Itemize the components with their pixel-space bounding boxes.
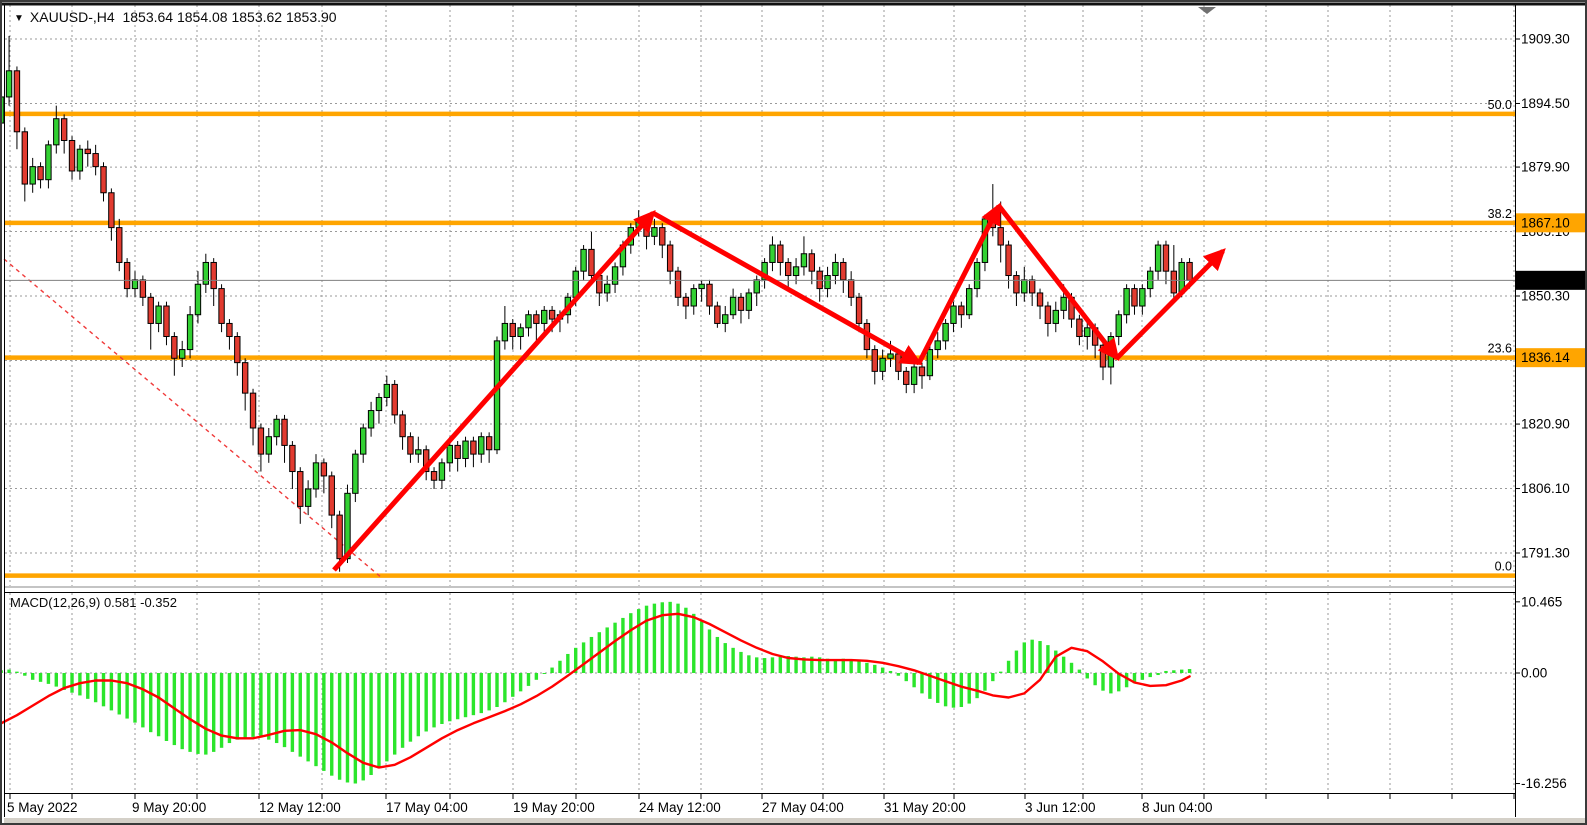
macd-signal-value: -0.352 (140, 595, 177, 610)
macd-main-value: 0.581 (104, 595, 137, 610)
price-axis-scale[interactable] (1516, 5, 1586, 793)
chart-ohlc-values: 1853.64 1854.08 1853.62 1853.90 (122, 9, 336, 25)
mt4-chart-window: ▼ XAUUSD-,H4 1853.64 1854.08 1853.62 1853… (0, 0, 1587, 825)
candle-body (2, 97, 4, 123)
chart-symbol-period: XAUUSD-,H4 (30, 9, 115, 25)
time-axis-scale[interactable] (5, 795, 1515, 817)
chart-canvas[interactable]: 50.038.223.60.01909.301894.501879.901865… (2, 2, 1587, 825)
bottom-strip (4, 818, 1587, 825)
macd-name: MACD(12,26,9) (10, 595, 100, 610)
macd-histogram-bar (2, 670, 3, 673)
macd-indicator-label: MACD(12,26,9) 0.581 -0.352 (10, 595, 177, 610)
symbol-dropdown-icon: ▼ (14, 13, 24, 24)
price-chart-pane[interactable] (5, 5, 1515, 586)
chart-title: ▼ XAUUSD-,H4 1853.64 1854.08 1853.62 1853… (14, 9, 337, 25)
macd-pane[interactable] (5, 593, 1515, 793)
